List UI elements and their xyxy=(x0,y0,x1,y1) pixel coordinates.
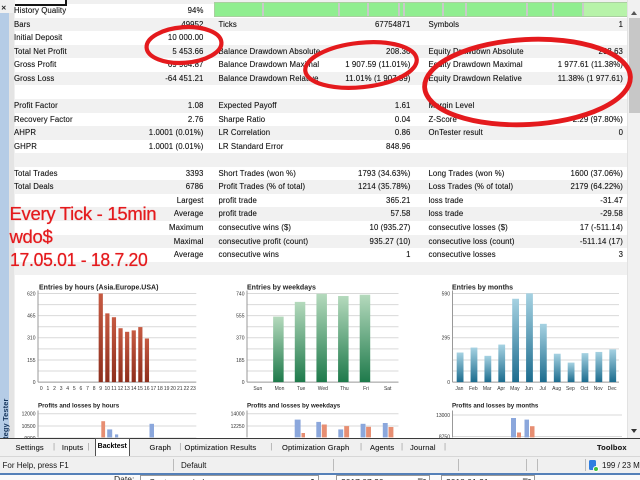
svg-text:Mon: Mon xyxy=(275,386,285,392)
svg-text:Sun: Sun xyxy=(253,386,262,392)
svg-text:7: 7 xyxy=(86,386,89,392)
svg-text:9: 9 xyxy=(99,386,102,392)
svg-text:Feb: Feb xyxy=(469,386,478,392)
svg-text:0: 0 xyxy=(33,380,36,386)
svg-text:12: 12 xyxy=(118,386,124,392)
svg-text:13: 13 xyxy=(124,386,130,392)
svg-text:11: 11 xyxy=(111,386,116,392)
svg-text:Oct: Oct xyxy=(580,386,588,392)
svg-text:Entries by months: Entries by months xyxy=(452,285,513,292)
svg-text:Nov: Nov xyxy=(594,386,603,392)
svg-text:10: 10 xyxy=(105,386,111,392)
svg-text:Profits and losses by weekdays: Profits and losses by weekdays xyxy=(247,403,341,410)
svg-text:5: 5 xyxy=(73,386,76,392)
svg-text:0: 0 xyxy=(447,380,450,386)
svg-text:14: 14 xyxy=(131,386,137,392)
svg-text:155: 155 xyxy=(27,358,36,364)
svg-text:Jul: Jul xyxy=(539,386,545,392)
svg-text:555: 555 xyxy=(236,313,245,319)
svg-text:12250: 12250 xyxy=(231,424,245,430)
svg-text:Jun: Jun xyxy=(525,386,533,392)
svg-text:620: 620 xyxy=(27,291,36,297)
svg-text:Aug: Aug xyxy=(552,386,561,392)
svg-text:22: 22 xyxy=(184,386,190,392)
svg-text:23: 23 xyxy=(190,386,196,392)
svg-text:10500: 10500 xyxy=(22,424,36,430)
svg-text:17: 17 xyxy=(151,386,157,392)
svg-text:3: 3 xyxy=(60,386,63,392)
svg-text:20: 20 xyxy=(170,386,176,392)
svg-text:295: 295 xyxy=(442,336,451,342)
svg-text:Sat: Sat xyxy=(384,386,392,392)
svg-text:740: 740 xyxy=(236,291,245,297)
svg-text:Entries by hours (Asia.Europe.: Entries by hours (Asia.Europe.USA) xyxy=(39,285,158,292)
svg-text:Profits and losses by months: Profits and losses by months xyxy=(452,403,539,410)
svg-text:21: 21 xyxy=(177,386,183,392)
svg-text:Entries by weekdays: Entries by weekdays xyxy=(247,285,316,292)
svg-text:Thu: Thu xyxy=(340,386,349,392)
svg-text:19: 19 xyxy=(164,386,170,392)
svg-text:14000: 14000 xyxy=(231,412,245,418)
svg-text:Apr: Apr xyxy=(497,386,505,392)
svg-text:18: 18 xyxy=(157,386,163,392)
svg-text:Dec: Dec xyxy=(608,386,617,392)
svg-text:Fri: Fri xyxy=(363,386,369,392)
svg-text:Sep: Sep xyxy=(566,386,575,392)
svg-text:12000: 12000 xyxy=(22,412,36,418)
svg-text:590: 590 xyxy=(442,291,451,297)
svg-text:1: 1 xyxy=(47,386,50,392)
svg-text:13000: 13000 xyxy=(436,413,450,419)
svg-text:May: May xyxy=(510,386,520,392)
svg-text:2: 2 xyxy=(53,386,56,392)
svg-text:Profits and losses by hours: Profits and losses by hours xyxy=(38,403,120,410)
svg-text:370: 370 xyxy=(236,336,245,342)
svg-text:0: 0 xyxy=(242,380,245,386)
svg-text:Wed: Wed xyxy=(318,386,328,392)
svg-text:0: 0 xyxy=(40,386,43,392)
svg-text:6: 6 xyxy=(80,386,83,392)
svg-text:16: 16 xyxy=(144,386,150,392)
svg-text:465: 465 xyxy=(27,313,36,319)
svg-text:310: 310 xyxy=(27,336,36,342)
svg-text:Jan: Jan xyxy=(455,386,463,392)
svg-text:Mar: Mar xyxy=(483,386,492,392)
svg-text:8: 8 xyxy=(93,386,96,392)
svg-text:15: 15 xyxy=(137,386,143,392)
svg-text:Tue: Tue xyxy=(297,386,306,392)
svg-text:185: 185 xyxy=(236,358,245,364)
svg-text:4: 4 xyxy=(66,386,69,392)
